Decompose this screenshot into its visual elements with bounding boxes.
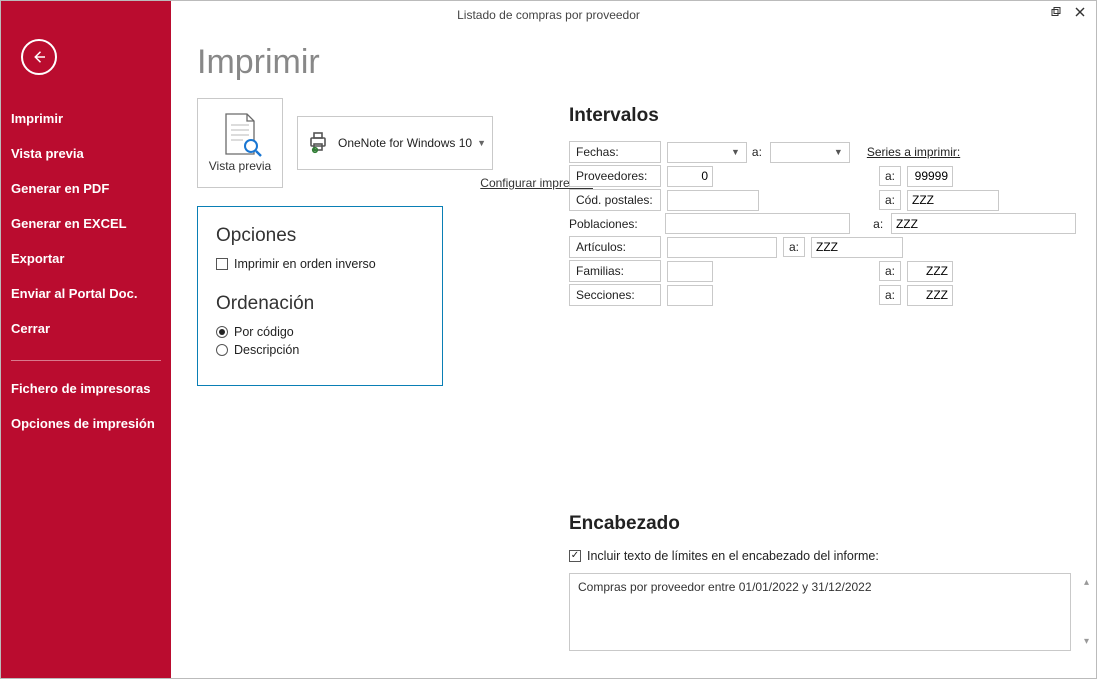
a-label: a: — [879, 190, 901, 210]
sidebar-item-enviar-portal[interactable]: Enviar al Portal Doc. — [1, 276, 171, 311]
articulos-from-input[interactable] — [667, 237, 777, 258]
main-panel: Imprimir Vista previa — [171, 29, 1096, 678]
options-heading: Opciones — [216, 225, 424, 247]
fechas-label: Fechas: — [569, 141, 661, 163]
familias-label: Familias: — [569, 260, 661, 282]
sidebar-item-imprimir[interactable]: Imprimir — [1, 101, 171, 136]
order-heading: Ordenación — [216, 293, 424, 315]
window-restore-button[interactable] — [1044, 3, 1068, 21]
scroll-up-icon: ▴ — [1084, 577, 1089, 588]
intervals-panel: Intervalos Fechas: ▼ a: ▼ Series a impri… — [569, 105, 1076, 308]
window-title: Listado de compras por proveedor — [457, 8, 640, 22]
sidebar-item-vista-previa[interactable]: Vista previa — [1, 136, 171, 171]
sidebar-item-generar-excel[interactable]: Generar en EXCEL — [1, 206, 171, 241]
order-by-code-radio[interactable] — [216, 326, 228, 338]
encabezado-textarea[interactable]: Compras por proveedor entre 01/01/2022 y… — [569, 573, 1071, 651]
sidebar-divider — [11, 360, 161, 361]
sidebar-item-generar-pdf[interactable]: Generar en PDF — [1, 171, 171, 206]
magnifier-icon — [243, 138, 263, 161]
familias-from-input[interactable] — [667, 261, 713, 282]
cp-to-input[interactable] — [907, 190, 999, 211]
order-by-desc-radio[interactable] — [216, 344, 228, 356]
a-label: a: — [783, 237, 805, 257]
secciones-label: Secciones: — [569, 284, 661, 306]
intervals-heading: Intervalos — [569, 105, 1076, 127]
sidebar: Imprimir Vista previa Generar en PDF Gen… — [1, 1, 171, 678]
include-limits-checkbox[interactable] — [569, 550, 581, 562]
scrollbar[interactable]: ▴ ▾ — [1084, 577, 1089, 647]
vista-previa-button[interactable]: Vista previa — [197, 98, 283, 188]
sidebar-item-opciones-impresion[interactable]: Opciones de impresión — [1, 406, 171, 441]
scroll-down-icon: ▾ — [1084, 636, 1089, 647]
sidebar-item-fichero-impresoras[interactable]: Fichero de impresoras — [1, 371, 171, 406]
encabezado-panel: Encabezado Incluir texto de límites en e… — [569, 513, 1076, 651]
codpostales-label: Cód. postales: — [569, 189, 661, 211]
series-link[interactable]: Series a imprimir: — [867, 145, 960, 159]
window-close-button[interactable] — [1068, 3, 1092, 21]
poblaciones-label: Poblaciones: — [569, 214, 659, 234]
poblaciones-from-input[interactable] — [665, 213, 850, 234]
fecha-from-input[interactable] — [667, 142, 747, 163]
sidebar-item-cerrar[interactable]: Cerrar — [1, 311, 171, 346]
order-by-desc-label: Descripción — [234, 343, 299, 357]
back-button[interactable] — [21, 39, 57, 75]
familias-to-input[interactable] — [907, 261, 953, 282]
a-label: a: — [879, 261, 901, 281]
reverse-order-checkbox[interactable] — [216, 258, 228, 270]
encabezado-heading: Encabezado — [569, 513, 1076, 535]
a-label: a: — [879, 166, 901, 186]
poblaciones-to-input[interactable] — [891, 213, 1076, 234]
proveedores-label: Proveedores: — [569, 165, 661, 187]
a-label: a: — [871, 217, 885, 231]
page-title: Imprimir — [197, 43, 1070, 82]
options-panel: Opciones Imprimir en orden inverso Orden… — [197, 206, 443, 386]
include-limits-label: Incluir texto de límites en el encabezad… — [587, 549, 879, 563]
secciones-from-input[interactable] — [667, 285, 713, 306]
a-label: a: — [750, 145, 764, 159]
configure-printer-link[interactable]: Configurar impresora — [297, 176, 593, 190]
printer-icon — [306, 130, 330, 157]
printer-name: OneNote for Windows 10 — [338, 136, 472, 150]
secciones-to-input[interactable] — [907, 285, 953, 306]
reverse-order-label: Imprimir en orden inverso — [234, 257, 376, 271]
cp-from-input[interactable] — [667, 190, 759, 211]
printer-select[interactable]: OneNote for Windows 10 ▼ — [297, 116, 493, 170]
sidebar-item-exportar[interactable]: Exportar — [1, 241, 171, 276]
vista-previa-label: Vista previa — [209, 159, 271, 173]
fecha-to-input[interactable] — [770, 142, 850, 163]
a-label: a: — [879, 285, 901, 305]
proveedores-from-input[interactable] — [667, 166, 713, 187]
order-by-code-label: Por código — [234, 325, 294, 339]
articulos-label: Artículos: — [569, 236, 661, 258]
proveedores-to-input[interactable] — [907, 166, 953, 187]
chevron-down-icon: ▼ — [477, 138, 486, 148]
articulos-to-input[interactable] — [811, 237, 903, 258]
